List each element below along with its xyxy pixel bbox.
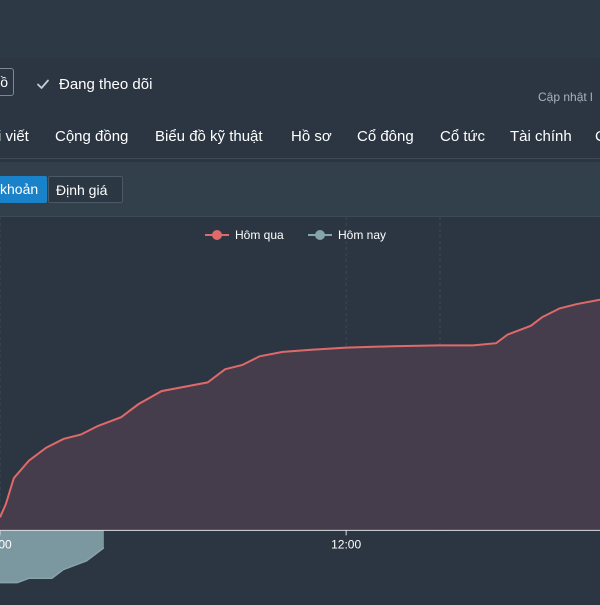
legend-label-0: Hôm qua bbox=[235, 228, 284, 242]
subtab-liquidity[interactable]: khoản bbox=[0, 176, 47, 203]
follow-row: ồ Đang theo dõi bbox=[0, 64, 600, 104]
tab-dividends[interactable]: Cổ tức bbox=[440, 128, 485, 145]
main-tabs: i viết Cộng đồng Biểu đồ kỹ thuật Hồ sơ … bbox=[0, 118, 600, 158]
tab-more[interactable]: C bbox=[595, 128, 600, 145]
tab-community[interactable]: Cộng đồng bbox=[55, 128, 128, 145]
liquidity-chart: 9:00 12:00 Hôm qua Hôm nay bbox=[0, 217, 600, 584]
x-tick-label-1: 12:00 bbox=[331, 537, 361, 551]
tab-finance[interactable]: Tài chính bbox=[510, 128, 572, 145]
tab-shareholders[interactable]: Cổ đông bbox=[357, 128, 414, 145]
tab-divider bbox=[0, 158, 600, 159]
top-banner bbox=[0, 0, 600, 58]
subtabs-bar: khoản Định giá bbox=[0, 162, 600, 217]
follow-button[interactable]: Đang theo dõi bbox=[36, 74, 152, 94]
x-tick-label-0: 9:00 bbox=[0, 537, 12, 551]
tab-profile[interactable]: Hồ sơ bbox=[291, 128, 332, 145]
subtab-valuation[interactable]: Định giá bbox=[48, 176, 123, 203]
legend-marker-0 bbox=[212, 230, 222, 240]
check-icon bbox=[37, 79, 49, 89]
chart-area: 9:00 12:00 Hôm qua Hôm nay bbox=[0, 217, 600, 600]
series-area-1 bbox=[0, 530, 104, 583]
legend-label-1: Hôm nay bbox=[338, 228, 386, 242]
legend-marker-1 bbox=[315, 230, 325, 240]
tab-posts[interactable]: i viết bbox=[0, 128, 29, 145]
updated-label: Cập nhật l bbox=[538, 90, 593, 104]
partial-button[interactable]: ồ bbox=[0, 68, 14, 96]
follow-label: Đang theo dõi bbox=[59, 75, 153, 93]
tab-technical-chart[interactable]: Biểu đồ kỹ thuật bbox=[155, 128, 263, 145]
